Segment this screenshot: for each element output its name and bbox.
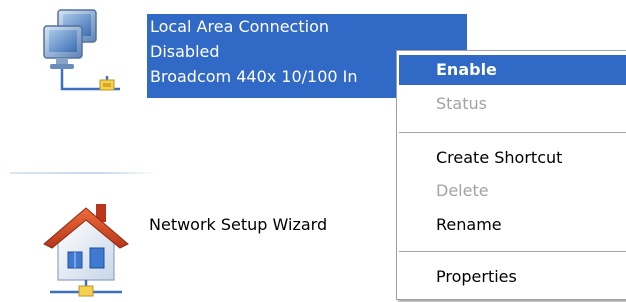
group-separator xyxy=(10,172,158,174)
menu-item-rename[interactable]: Rename xyxy=(399,210,626,240)
menu-item-enable[interactable]: Enable xyxy=(399,55,626,85)
menu-item-delete: Delete xyxy=(436,181,489,200)
context-menu: Enable Status Create Shortcut Delete Ren… xyxy=(396,50,626,300)
connection-device: Broadcom 440x 10/100 In xyxy=(150,67,358,86)
network-computers-icon[interactable] xyxy=(36,2,136,102)
menu-item-status: Status xyxy=(436,94,487,113)
menu-item-properties[interactable]: Properties xyxy=(399,262,626,292)
network-setup-wizard-label[interactable]: Network Setup Wizard xyxy=(149,214,327,236)
menu-separator xyxy=(399,251,626,252)
menu-separator xyxy=(399,132,626,133)
menu-item-create-shortcut[interactable]: Create Shortcut xyxy=(399,143,626,173)
network-connections-window: Local Area Connection Disabled Broadcom … xyxy=(0,0,626,302)
connection-status: Disabled xyxy=(150,42,220,61)
connection-name: Local Area Connection xyxy=(150,17,329,36)
home-network-icon[interactable] xyxy=(40,196,130,302)
